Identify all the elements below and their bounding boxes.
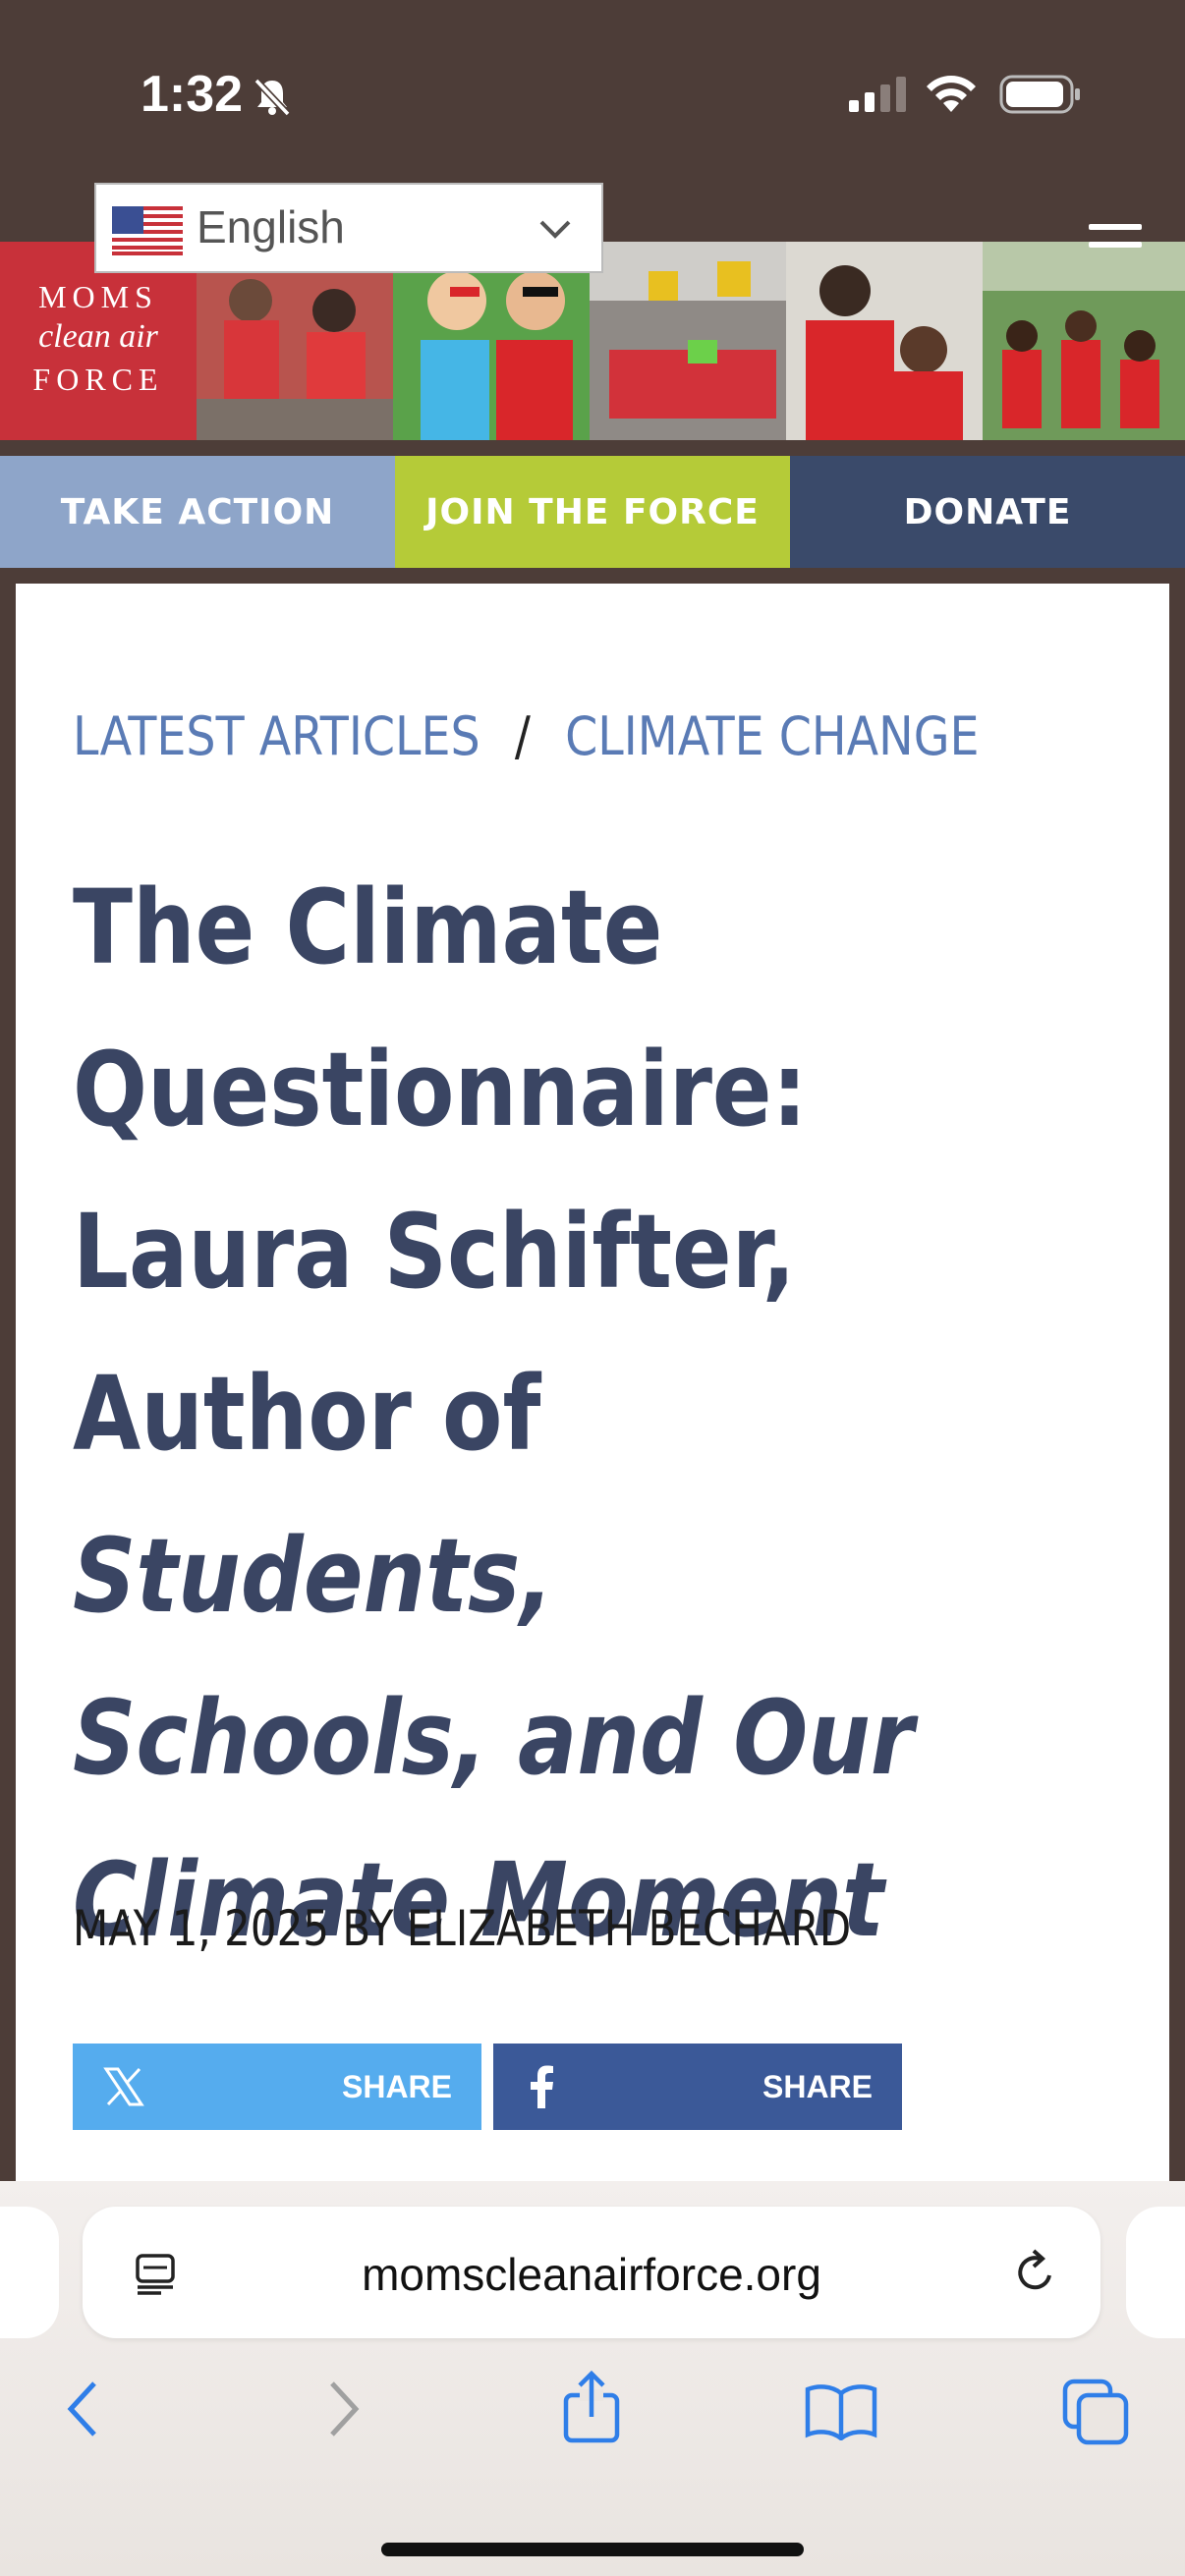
x-logo-icon	[103, 2067, 144, 2106]
next-tab-preview[interactable]	[1126, 2207, 1185, 2338]
share-x-button[interactable]: SHARE	[73, 2044, 481, 2130]
article-byline: MAY 1, 2025 BY ELIZABETH BECHARD	[73, 1900, 852, 1957]
share-icon[interactable]	[560, 2370, 623, 2444]
facebook-logo-icon	[531, 2065, 553, 2108]
bookmarks-icon[interactable]	[804, 2381, 878, 2440]
forward-arrow-icon[interactable]	[320, 2378, 364, 2440]
language-label: English	[197, 201, 345, 252]
donate-button[interactable]: DONATE	[790, 456, 1185, 568]
article-title-italic: Students, Schools, and Our Climate Momen…	[73, 1516, 915, 1960]
share-facebook-button[interactable]: SHARE	[493, 2044, 902, 2130]
silent-bell-icon	[254, 78, 291, 117]
article-title-plain: The Climate Questionnaire: Laura Schifte…	[73, 868, 808, 1474]
address-bar[interactable]: momscleanairforce.org	[83, 2207, 1100, 2338]
breadcrumb-latest-articles[interactable]: LATEST ARTICLES	[73, 705, 480, 767]
share-x-label: SHARE	[341, 2069, 452, 2104]
back-arrow-icon[interactable]	[63, 2378, 106, 2440]
language-selector[interactable]: English	[94, 183, 603, 273]
join-the-force-button[interactable]: JOIN THE FORCE	[395, 456, 790, 568]
tabs-icon[interactable]	[1061, 2378, 1130, 2446]
article-title: The Climate Questionnaire: Laura Schifte…	[73, 847, 986, 1982]
battery-icon	[999, 75, 1080, 114]
breadcrumb-climate-change[interactable]: CLIMATE CHANGE	[565, 705, 979, 767]
wifi-icon	[927, 76, 976, 112]
hamburger-menu-icon[interactable]	[1089, 224, 1142, 259]
status-time: 1:32	[141, 66, 244, 123]
cellular-signal-icon	[849, 77, 906, 112]
article-card: LATEST ARTICLES / CLIMATE CHANGE The Clima…	[16, 584, 1169, 2195]
main-nav: TAKE ACTION JOIN THE FORCE DONATE	[0, 456, 1185, 568]
us-flag-icon	[112, 206, 183, 255]
home-indicator[interactable]	[381, 2543, 804, 2556]
take-action-button[interactable]: TAKE ACTION	[0, 456, 395, 568]
breadcrumb: LATEST ARTICLES / CLIMATE CHANGE	[73, 705, 980, 767]
status-bar: 1:32	[0, 0, 1185, 187]
breadcrumb-separator: /	[514, 705, 531, 767]
reload-icon[interactable]	[1010, 2246, 1061, 2297]
share-facebook-label: SHARE	[762, 2069, 873, 2104]
previous-tab-preview[interactable]	[0, 2207, 59, 2338]
chevron-down-icon	[539, 220, 571, 239]
url-text: momscleanairforce.org	[362, 2249, 821, 2300]
browser-toolbar: momscleanairforce.org	[0, 2181, 1185, 2576]
